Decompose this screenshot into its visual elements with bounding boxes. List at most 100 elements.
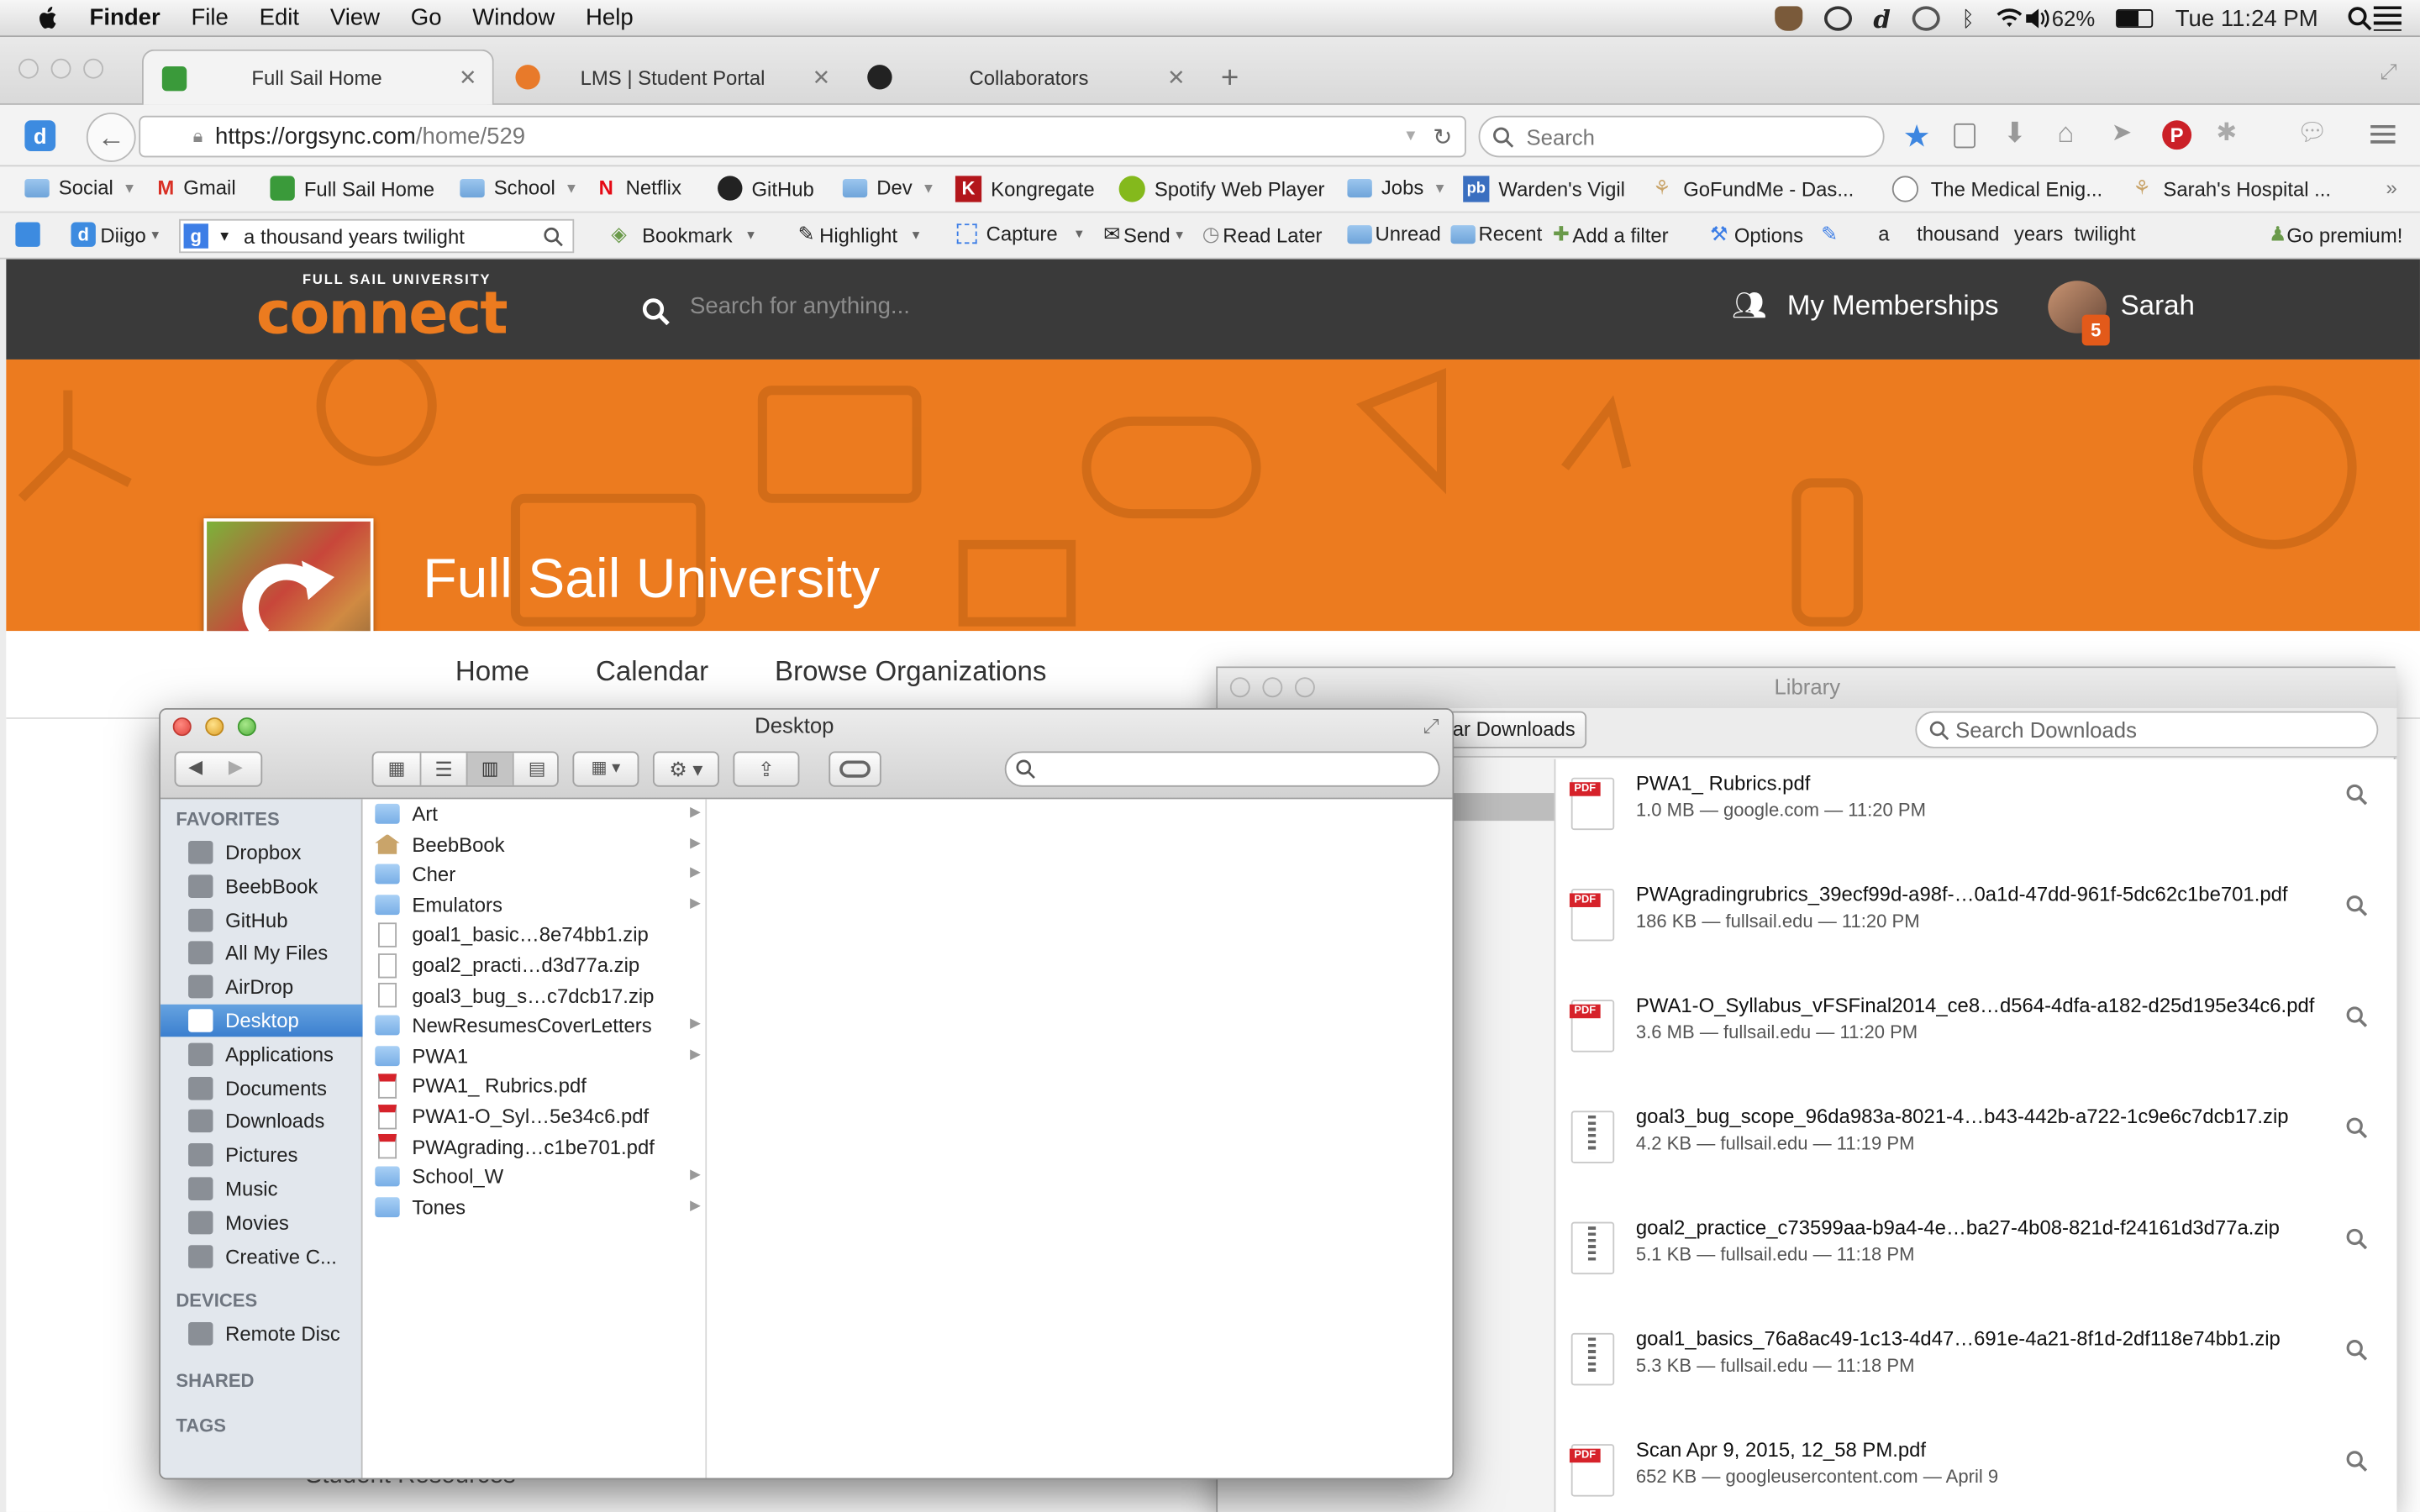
finder-item[interactable]: PWAgrading…c1be701.pdf [363,1131,708,1161]
new-tab-icon[interactable]: + [1221,61,1239,97]
diigo-capture-button[interactable]: Capture ▼ [956,222,1086,245]
my-memberships-link[interactable]: My Memberships [1787,290,1999,323]
url-dropdown-icon[interactable]: ▼ [1403,128,1418,144]
clipboard-icon[interactable] [1954,123,1975,149]
finder-zoom-button[interactable] [237,717,256,737]
creative-cloud-icon[interactable] [1823,6,1852,31]
reveal-magnifier-icon[interactable] [2346,1006,2368,1028]
highlight-word[interactable]: a [1878,222,1889,245]
arrange-button[interactable]: ▦ ▾ [572,751,639,787]
search-icon[interactable] [544,226,564,246]
sidebar-item-beebbook[interactable]: BeebBook [160,870,363,903]
menu-window[interactable]: Window [472,5,555,31]
download-item[interactable]: PDF PWA1-O_Syllabus_vFSFinal2014_ce8…d564… [1555,981,2398,1092]
download-item[interactable]: PDF PWA1_ Rubrics.pdf 1.0 MB — google.com … [1555,759,2398,870]
diigo-toolbar-icon[interactable]: d [24,120,56,151]
highlight-word[interactable]: thousand [1917,222,1999,245]
menu-help[interactable]: Help [586,5,634,31]
finder-back-button[interactable]: ◀ [188,756,203,778]
finder-item[interactable]: goal2_practi…d3d77a.zip [363,950,708,979]
column-view-button[interactable]: ▥ [466,753,513,785]
diigo-unread-button[interactable]: Unread [1347,222,1441,245]
cover-flow-button[interactable]: ▤ [512,753,557,785]
reveal-magnifier-icon[interactable] [2346,1228,2368,1250]
bookmarks-overflow-icon[interactable]: » [2386,176,2397,199]
highlight-word[interactable]: twilight [2075,222,2136,245]
org-nav-home[interactable]: Home [455,656,529,689]
user-name[interactable]: Sarah [2121,290,2195,323]
bookmark-github[interactable]: GitHub [718,176,814,201]
go-premium-link[interactable]: ♟ Go premium! [2269,222,2402,246]
bookmark-dev[interactable]: Dev ▼ [842,176,935,199]
library-search-input[interactable]: Search Downloads [1915,711,2379,748]
icon-view-button[interactable]: ▦ [373,753,419,785]
diigo-add-filter-button[interactable]: ✚ Add a filter [1553,222,1669,246]
finder-item[interactable]: Emulators ▶ [363,890,708,919]
finder-minimize-button[interactable] [205,717,224,737]
diigo-recent-button[interactable]: Recent [1450,222,1542,245]
site-search-input[interactable]: Search for anything... [690,293,910,319]
menu-app-name[interactable]: Finder [90,5,160,31]
clear-downloads-button[interactable]: ear Downloads [1434,711,1586,748]
bookmark-star-icon[interactable]: ★ [1903,118,1931,156]
org-nav-browse-organizations[interactable]: Browse Organizations [775,656,1046,689]
bookmark-sarahs-hospital[interactable]: ⚘ Sarah's Hospital ... [2133,176,2331,200]
diigo-send-button[interactable]: ✉ Send ▼ [1103,222,1186,246]
finder-item[interactable]: Tones ▶ [363,1192,708,1221]
sidebar-item-github[interactable]: GitHub [160,904,363,937]
sidebar-item-all-my-files[interactable]: All My Files [160,937,363,970]
menu-file[interactable]: File [191,5,228,31]
sidebar-item-dropbox[interactable]: Dropbox [160,836,363,869]
finder-fullscreen-icon[interactable]: ⤢ [1423,714,1439,738]
sidebar-item-movies[interactable]: Movies [160,1206,363,1239]
sidebar-item-applications[interactable]: Applications [160,1038,363,1071]
sidebar-item-airdrop[interactable]: AirDrop [160,971,363,1004]
diigo-highlight-button[interactable]: ✎ Highlight ▼ [798,222,923,246]
chat-icon[interactable]: 💬︎ [2296,118,2328,149]
library-minimize-button[interactable] [1262,677,1283,698]
finder-item[interactable]: PWA1 ▶ [363,1041,708,1070]
reveal-magnifier-icon[interactable] [2346,1117,2368,1139]
download-item[interactable]: PDF Scan Apr 9, 2015, 12_58 PM.pdf 652 KB … [1555,1425,2398,1512]
tab-lms-student-portal[interactable]: LMS | Student Portal ✕ [497,50,845,105]
sidebar-item-downloads[interactable]: Downloads [160,1105,363,1138]
reveal-magnifier-icon[interactable] [2346,784,2368,806]
finder-item[interactable]: PWA1_ Rubrics.pdf [363,1071,708,1100]
finder-item[interactable]: PWA1-O_Syl…5e34c6.pdf [363,1101,708,1131]
bookmark-gofundme[interactable]: ⚘ GoFundMe - Das... [1653,176,1854,200]
highlight-word[interactable]: years [2014,222,2063,245]
url-bar[interactable]: 🔒︎ https://orgsync.com /home/529 ↻ ▼ [139,115,1466,158]
menu-edit[interactable]: Edit [260,5,299,31]
time-machine-icon[interactable] [1912,6,1940,31]
cat-icon[interactable] [1774,6,1802,31]
browser-zoom-button[interactable] [83,58,104,79]
spotlight-icon[interactable] [2346,6,2374,31]
bookmark-full-sail-home[interactable]: Full Sail Home [270,176,434,201]
browser-close-button[interactable] [18,58,39,79]
volume-icon[interactable] [2024,6,2052,30]
finder-item[interactable]: goal1_basic…8e74bb1.zip [363,920,708,949]
reveal-magnifier-icon[interactable] [2346,1339,2368,1361]
bluetooth-icon[interactable]: ᛒ [1961,6,1974,30]
download-item[interactable]: goal1_basics_76a8ac49-1c13-4d47…691e-4a2… [1555,1315,2398,1425]
notification-center-icon[interactable] [2373,6,2402,31]
finder-search-input[interactable] [1004,751,1440,787]
download-item[interactable]: goal2_practice_c73599aa-b9a4-4e…ba27-4b0… [1555,1204,2398,1315]
clock[interactable]: Tue 11:24 PM [2175,5,2318,31]
org-nav-calendar[interactable]: Calendar [596,656,708,689]
reload-icon[interactable]: ↻ [1433,123,1452,150]
wifi-icon[interactable] [1996,6,2024,30]
apple-icon[interactable] [31,4,65,32]
group-icon[interactable]: 👥︎ [1732,290,1767,323]
notification-badge[interactable]: 5 [2081,314,2110,346]
bookmark-kongregate[interactable]: K Kongregate [955,176,1095,202]
diigo-options-button[interactable]: ⚒ Options [1710,222,1803,246]
finder-item[interactable]: Cher ▶ [363,859,708,889]
list-view-button[interactable]: ☰ [419,753,466,785]
finder-item[interactable]: BeebBook ▶ [363,829,708,858]
sidebar-item-remote-disc[interactable]: Remote Disc [160,1318,363,1351]
pinterest-icon[interactable]: P [2162,120,2192,150]
search-icon[interactable] [642,297,670,326]
extension-icon[interactable]: ✱ [2217,118,2238,149]
diigo-read-later-button[interactable]: ◷ Read Later [1202,222,1323,246]
